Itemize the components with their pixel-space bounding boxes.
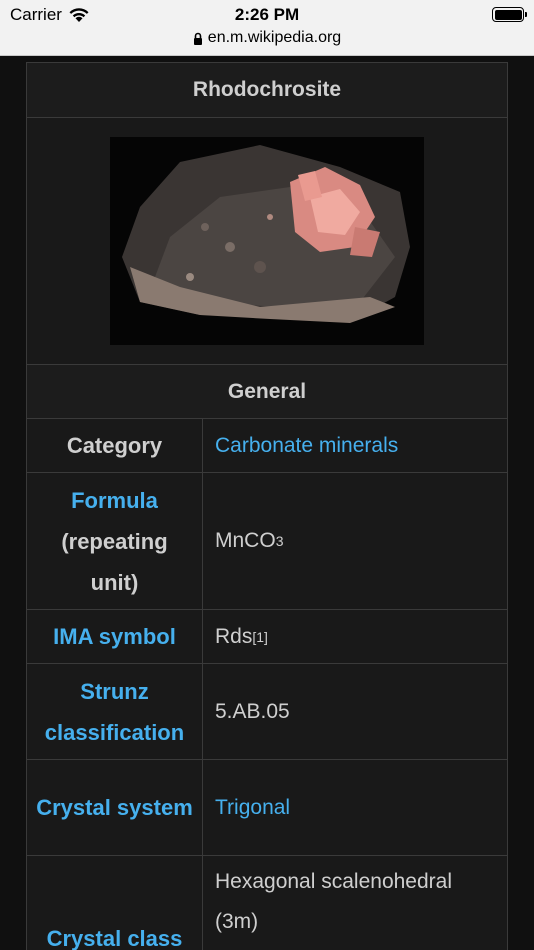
section-general-header: General [27, 365, 507, 418]
ima-symbol-value: Rds [1] [203, 610, 507, 663]
formula-value: MnCO 3 [203, 473, 507, 609]
browser-status-bar: Carrier 2:26 PM en.m.wikipedia.org [0, 0, 534, 56]
strunz-value: 5.AB.05 [215, 699, 290, 723]
strunz-label-link[interactable]: Strunz classification [35, 671, 194, 753]
row-crystal-system: Crystal system Trigonal [27, 759, 507, 855]
category-label: Category [27, 419, 203, 472]
image-cell [27, 118, 507, 364]
crystal-class-value: Hexagonal scalenohedral (3m) [215, 870, 452, 933]
row-category: Category Carbonate minerals [27, 418, 507, 472]
mineral-infobox: Rhodochrosite General Category Carbonate… [26, 62, 508, 950]
formula-subscript: 3 [275, 533, 284, 549]
ima-symbol-label-link[interactable]: IMA symbol [53, 616, 176, 657]
reference-link[interactable]: [1] [252, 617, 268, 657]
battery-icon [492, 7, 527, 22]
formula-label-note: (repeating unit) [61, 528, 168, 595]
category-link[interactable]: Carbonate minerals [215, 426, 398, 466]
ima-symbol-text: Rds [215, 624, 253, 648]
formula-label-link[interactable]: Formula [71, 480, 158, 521]
row-crystal-class: Crystal class Hexagonal scalenohedral (3… [27, 855, 507, 950]
lock-icon [193, 32, 202, 45]
mineral-photo-icon[interactable] [110, 137, 424, 345]
clock: 2:26 PM [234, 5, 300, 24]
crystal-class-label-link[interactable]: Crystal class [47, 918, 183, 950]
row-strunz: Strunz classification 5.AB.05 [27, 663, 507, 759]
url-text: en.m.wikipedia.org [207, 29, 342, 46]
formula-main: MnCO [215, 529, 276, 552]
address-bar[interactable]: en.m.wikipedia.org [0, 29, 534, 47]
crystal-system-label-link[interactable]: Crystal system [36, 787, 193, 828]
infobox-title: Rhodochrosite [27, 63, 507, 117]
row-formula: Formula (repeating unit) MnCO 3 [27, 472, 507, 609]
row-ima-symbol: IMA symbol Rds [1] [27, 609, 507, 663]
crystal-system-link[interactable]: Trigonal [215, 788, 290, 828]
